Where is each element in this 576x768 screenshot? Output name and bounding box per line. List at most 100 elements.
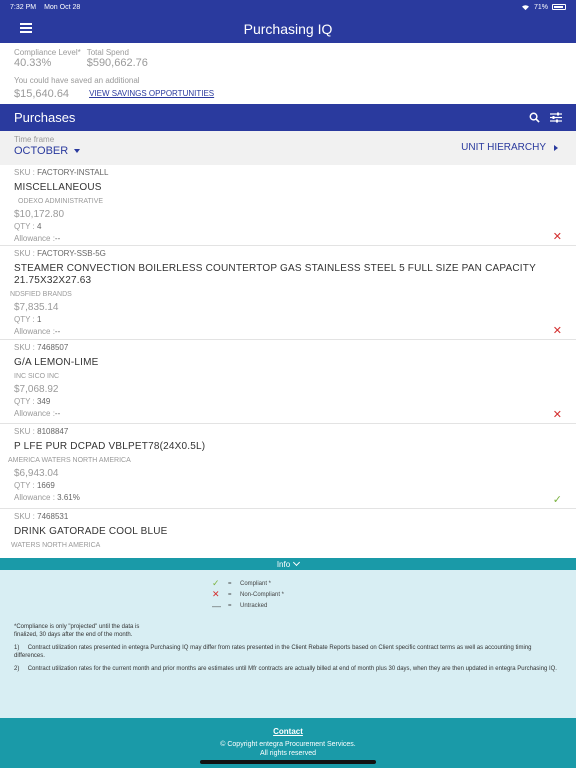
allowance-label: Allowance : bbox=[14, 493, 55, 502]
item-name: MISCELLANEOUS bbox=[14, 182, 102, 193]
compliance-block: Compliance Level* 40.33% bbox=[14, 48, 81, 69]
compliance-value: 40.33% bbox=[14, 57, 52, 69]
copyright-line-2: All rights reserved bbox=[259, 750, 317, 757]
note-1-number: 1) bbox=[14, 645, 20, 651]
purchases-list[interactable]: SKU : FACTORY-INSTALL MISCELLANEOUS ODEX… bbox=[0, 165, 576, 558]
spend-block: Total Spend $590,662.76 bbox=[87, 48, 148, 69]
savings-value: $15,640.64 bbox=[14, 88, 70, 100]
item-name: DRINK GATORADE COOL BLUE bbox=[14, 526, 168, 537]
qty-label: QTY : bbox=[14, 315, 35, 324]
legend-label: Non-Compliant * bbox=[240, 591, 285, 598]
qty-value: 4 bbox=[36, 222, 42, 231]
item-price: $7,835.14 bbox=[14, 302, 59, 313]
compliant-check-icon: ✓ bbox=[552, 494, 562, 506]
summary-panel: Compliance Level* 40.33% Total Spend $59… bbox=[0, 43, 576, 104]
allowance-label: Allowance : bbox=[14, 234, 55, 243]
view-savings-link[interactable]: VIEW SAVINGS OPPORTUNITIES bbox=[89, 89, 214, 98]
allowance-value: 3.61% bbox=[57, 493, 80, 502]
spend-label: Total Spend bbox=[86, 48, 129, 57]
purchases-header: Purchases bbox=[0, 104, 576, 131]
info-panel: ✓ = Compliant * ✕ = Non-Compliant * — = … bbox=[0, 570, 576, 718]
allowance-value: -- bbox=[54, 327, 61, 336]
item-price: $7,068.92 bbox=[14, 384, 59, 395]
item-name: STEAMER CONVECTION BOILERLESS COUNTERTOP… bbox=[14, 263, 536, 286]
status-time: 7:32 PM bbox=[10, 3, 37, 11]
item-vendor: AMERICA WATERS NORTH AMERICA bbox=[8, 457, 131, 464]
spend-value: $590,662.76 bbox=[86, 57, 148, 69]
search-icon[interactable] bbox=[529, 112, 540, 123]
item-price: $10,172.80 bbox=[14, 209, 65, 220]
sku-label: SKU : bbox=[14, 168, 35, 177]
hamburger-menu-icon[interactable] bbox=[20, 23, 32, 33]
legend-eq: = bbox=[228, 580, 232, 587]
sku-value: FACTORY-INSTALL bbox=[37, 168, 109, 177]
filter-bar: Time frame OCTOBER UNIT HIERARCHY bbox=[0, 131, 576, 165]
qty-label: QTY : bbox=[14, 481, 35, 490]
wifi-icon bbox=[521, 4, 529, 10]
qty-label: QTY : bbox=[14, 397, 35, 406]
legend-eq: = bbox=[228, 602, 232, 609]
list-item[interactable]: SKU : FACTORY-INSTALL MISCELLANEOUS ODEX… bbox=[0, 165, 576, 246]
sku-value: 7468507 bbox=[37, 343, 69, 352]
battery-percent: 71% bbox=[533, 3, 548, 11]
app-title: Purchasing IQ bbox=[243, 20, 333, 37]
legend-eq: = bbox=[228, 591, 232, 598]
savings-label: You could have saved an additional bbox=[14, 76, 140, 85]
allowance-label: Allowance : bbox=[14, 409, 55, 418]
sku-value: 7468531 bbox=[37, 512, 69, 521]
status-date: Mon Oct 28 bbox=[44, 3, 81, 11]
item-vendor: INC SICO INC bbox=[14, 373, 60, 380]
legend-label: Compliant * bbox=[240, 580, 272, 587]
note-1: 1) Contract utilization rates presented … bbox=[14, 644, 562, 660]
note-2: 2) Contract utilization rates for the cu… bbox=[14, 665, 562, 673]
filter-sliders-icon[interactable] bbox=[550, 112, 562, 123]
allowance-label: Allowance : bbox=[14, 327, 55, 336]
unit-hierarchy-button[interactable]: UNIT HIERARCHY bbox=[461, 142, 558, 153]
non-compliant-x-icon: ✕ bbox=[552, 409, 562, 421]
sku-label: SKU : bbox=[14, 249, 35, 258]
status-bar: 7:32 PM Mon Oct 28 71% bbox=[0, 0, 576, 14]
item-vendor: ODEXO ADMINISTRATIVE bbox=[18, 198, 104, 205]
legend-item: ✓ = Compliant * bbox=[212, 578, 562, 589]
unit-hierarchy-label: UNIT HIERARCHY bbox=[461, 142, 546, 153]
info-toggle-label: Info bbox=[276, 559, 291, 569]
battery-icon bbox=[552, 4, 566, 10]
qty-value: 1669 bbox=[36, 481, 55, 490]
check-icon: ✓ bbox=[212, 578, 220, 588]
legend-label: Untracked bbox=[240, 602, 268, 609]
note-2-text: Contract utilization rates for the curre… bbox=[27, 666, 557, 672]
info-toggle[interactable]: Info bbox=[0, 558, 576, 570]
list-item[interactable]: SKU : 7468507 G/A LEMON-LIME INC SICO IN… bbox=[0, 340, 576, 424]
home-indicator[interactable] bbox=[200, 760, 376, 764]
item-name: G/A LEMON-LIME bbox=[14, 357, 99, 368]
caret-down-icon bbox=[74, 149, 81, 153]
qty-value: 349 bbox=[36, 397, 51, 406]
list-item[interactable]: SKU : 8108847 P LFE PUR DCPAD VBLPET78(2… bbox=[0, 424, 576, 509]
item-vendor: WATERS NORTH AMERICA bbox=[11, 542, 101, 549]
app-header: Purchasing IQ bbox=[0, 14, 576, 43]
sku-value: FACTORY-SSB-5G bbox=[37, 249, 106, 258]
dash-icon: — bbox=[212, 600, 221, 611]
compliance-label: Compliance Level* bbox=[14, 48, 81, 57]
legend-item: — = Untracked bbox=[212, 600, 562, 611]
note-2-number: 2) bbox=[14, 666, 20, 672]
legend-item: ✕ = Non-Compliant * bbox=[212, 589, 562, 600]
sku-label: SKU : bbox=[14, 343, 35, 352]
item-name: P LFE PUR DCPAD VBLPET78(24X0.5L) bbox=[14, 441, 206, 452]
sku-value: 8108847 bbox=[37, 427, 69, 436]
sku-label: SKU : bbox=[14, 427, 35, 436]
list-item[interactable]: SKU : FACTORY-SSB-5G STEAMER CONVECTION … bbox=[0, 246, 576, 340]
list-item[interactable]: SKU : 7468531 DRINK GATORADE COOL BLUE W… bbox=[0, 509, 576, 558]
qty-label: QTY : bbox=[14, 222, 35, 231]
non-compliant-x-icon: ✕ bbox=[552, 231, 562, 243]
timeframe-value: OCTOBER bbox=[14, 145, 69, 157]
sku-label: SKU : bbox=[14, 512, 35, 521]
contact-link[interactable]: Contact bbox=[0, 727, 576, 736]
copyright-line-1: © Copyright entegra Procurement Services… bbox=[220, 741, 356, 748]
allowance-value: -- bbox=[54, 409, 61, 418]
legend: ✓ = Compliant * ✕ = Non-Compliant * — = … bbox=[212, 578, 562, 611]
compliance-note: *Compliance is only "projected" until th… bbox=[14, 624, 140, 638]
status-right: 71% bbox=[521, 4, 566, 11]
item-price: $6,943.04 bbox=[14, 468, 59, 479]
purchases-title: Purchases bbox=[14, 110, 76, 125]
